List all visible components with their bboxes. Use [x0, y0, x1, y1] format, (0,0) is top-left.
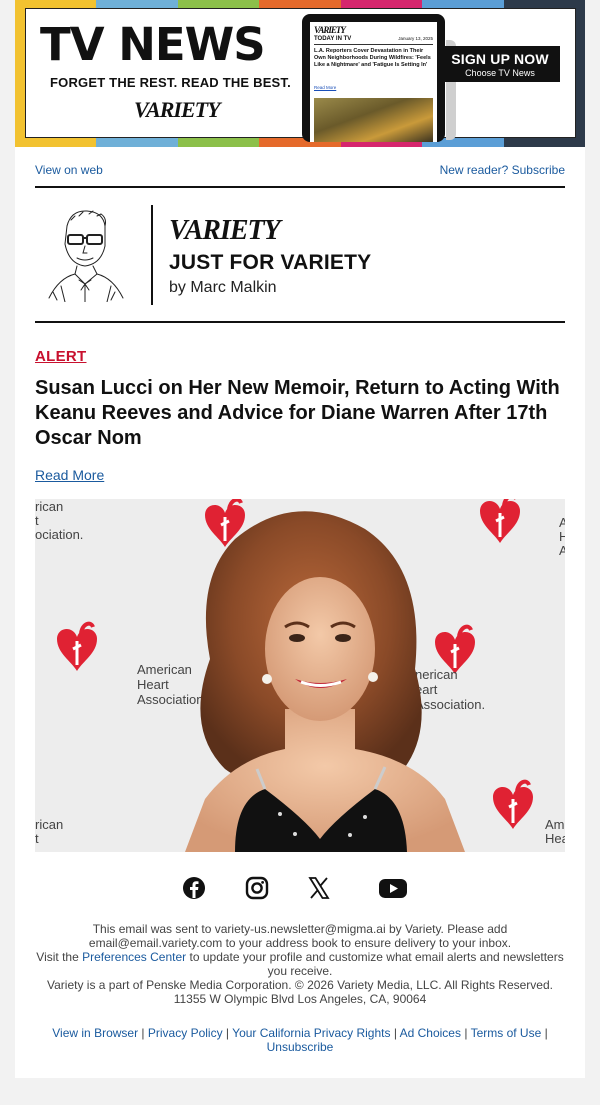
svg-text:Hea: Hea	[545, 831, 565, 846]
sign-up-sublabel: Choose TV News	[465, 68, 535, 78]
svg-text:American: American	[137, 662, 192, 677]
variety-logo: VARIETY	[134, 97, 221, 122]
footer-disclaimer: This email was sent to variety-us.newsle…	[88, 922, 512, 950]
footer-links: View in Browser | Privacy Policy | Your …	[35, 1026, 565, 1054]
footer-separator: |	[544, 1026, 548, 1040]
email-sheet: TV NEWS FORGET THE REST. READ THE BEST. …	[15, 0, 585, 1078]
tablet-date: January 13, 2025	[398, 36, 433, 41]
variety-logo: VARIETY	[169, 215, 281, 246]
susan-lucci-photo: ricantociation. AmericanHeartAssociation…	[35, 499, 565, 852]
tablet-logo: VARIETY	[314, 25, 346, 35]
tablet-section: TODAY IN TV	[314, 36, 352, 42]
tablet-photo	[314, 98, 433, 142]
article-headline[interactable]: Susan Lucci on Her New Memoir, Return to…	[35, 376, 570, 451]
sign-up-label: SIGN UP NOW	[451, 51, 549, 67]
read-more-link[interactable]: Read More	[35, 467, 104, 483]
tablet-story: L.A. Reporters Cover Devastation in Thei…	[314, 48, 431, 68]
footer-visit-text-tail: to update your profile and customize wha…	[186, 950, 564, 978]
divider	[35, 186, 565, 188]
author-portrait	[48, 210, 124, 302]
x-icon[interactable]	[306, 876, 332, 900]
svg-text:Association: Association	[137, 692, 203, 707]
svg-text:ociation.: ociation.	[35, 527, 83, 542]
footer-address: 11355 W Olympic Blvd Los Angeles, CA, 90…	[173, 992, 427, 1006]
california-privacy-link[interactable]: Your California Privacy Rights	[232, 1026, 390, 1040]
alert-label[interactable]: ALERT	[35, 348, 87, 365]
preferences-center-link[interactable]: Preferences Center	[82, 950, 186, 964]
tablet-screen: VARIETY TODAY IN TV January 13, 2025 L.A…	[310, 22, 437, 142]
youtube-icon[interactable]	[378, 876, 408, 900]
svg-text:t: t	[35, 831, 39, 846]
tablet-read-more: Read More	[314, 85, 337, 90]
footer-separator: |	[464, 1026, 468, 1040]
banner-tagline: FORGET THE REST. READ THE BEST.	[50, 75, 291, 90]
svg-text:nerican: nerican	[415, 667, 458, 682]
article-photo[interactable]: rican t ociation. American Heart Association…	[35, 499, 565, 852]
unsubscribe-link[interactable]: Unsubscribe	[267, 1040, 334, 1054]
divider	[35, 321, 565, 323]
svg-text:Am: Am	[545, 817, 565, 832]
svg-text:H: H	[559, 529, 565, 544]
svg-text:A: A	[559, 543, 565, 558]
column-title: JUST FOR VARIETY	[169, 251, 372, 274]
svg-text:rican: rican	[35, 817, 63, 832]
footer-separator: |	[225, 1026, 230, 1040]
facebook-icon[interactable]	[181, 876, 207, 900]
column-byline: by Marc Malkin	[169, 279, 277, 296]
view-on-web-link[interactable]: View on web	[35, 163, 103, 177]
tv-news-banner[interactable]: TV NEWS FORGET THE REST. READ THE BEST. …	[15, 0, 585, 147]
svg-text:t: t	[35, 513, 39, 528]
sign-up-button[interactable]: SIGN UP NOW Choose TV News	[440, 46, 560, 82]
footer-separator: |	[141, 1026, 145, 1040]
footer-separator: |	[393, 1026, 397, 1040]
footer-text: This email was sent to variety-us.newsle…	[35, 922, 565, 1006]
footer-copyright: Variety is a part of Penske Media Corpor…	[47, 978, 553, 992]
footer-visit-text: Visit the	[36, 950, 83, 964]
tablet-rule	[314, 44, 433, 45]
view-in-browser-link[interactable]: View in Browser	[52, 1026, 138, 1040]
svg-text:A: A	[559, 515, 565, 530]
column-divider	[151, 205, 153, 305]
privacy-policy-link[interactable]: Privacy Policy	[148, 1026, 223, 1040]
subscribe-link[interactable]: New reader? Subscribe	[440, 163, 565, 177]
svg-text:Heart: Heart	[137, 677, 169, 692]
banner-title: TV NEWS	[40, 18, 266, 71]
ad-choices-link[interactable]: Ad Choices	[400, 1026, 461, 1040]
svg-text:Association.: Association.	[415, 697, 485, 712]
svg-text:rican: rican	[35, 499, 63, 514]
footer-preferences-line: Visit the Preferences Center to update y…	[35, 950, 565, 978]
tablet-mockup: VARIETY TODAY IN TV January 13, 2025 L.A…	[302, 14, 445, 142]
instagram-icon[interactable]	[244, 876, 270, 900]
terms-of-use-link[interactable]: Terms of Use	[471, 1026, 542, 1040]
